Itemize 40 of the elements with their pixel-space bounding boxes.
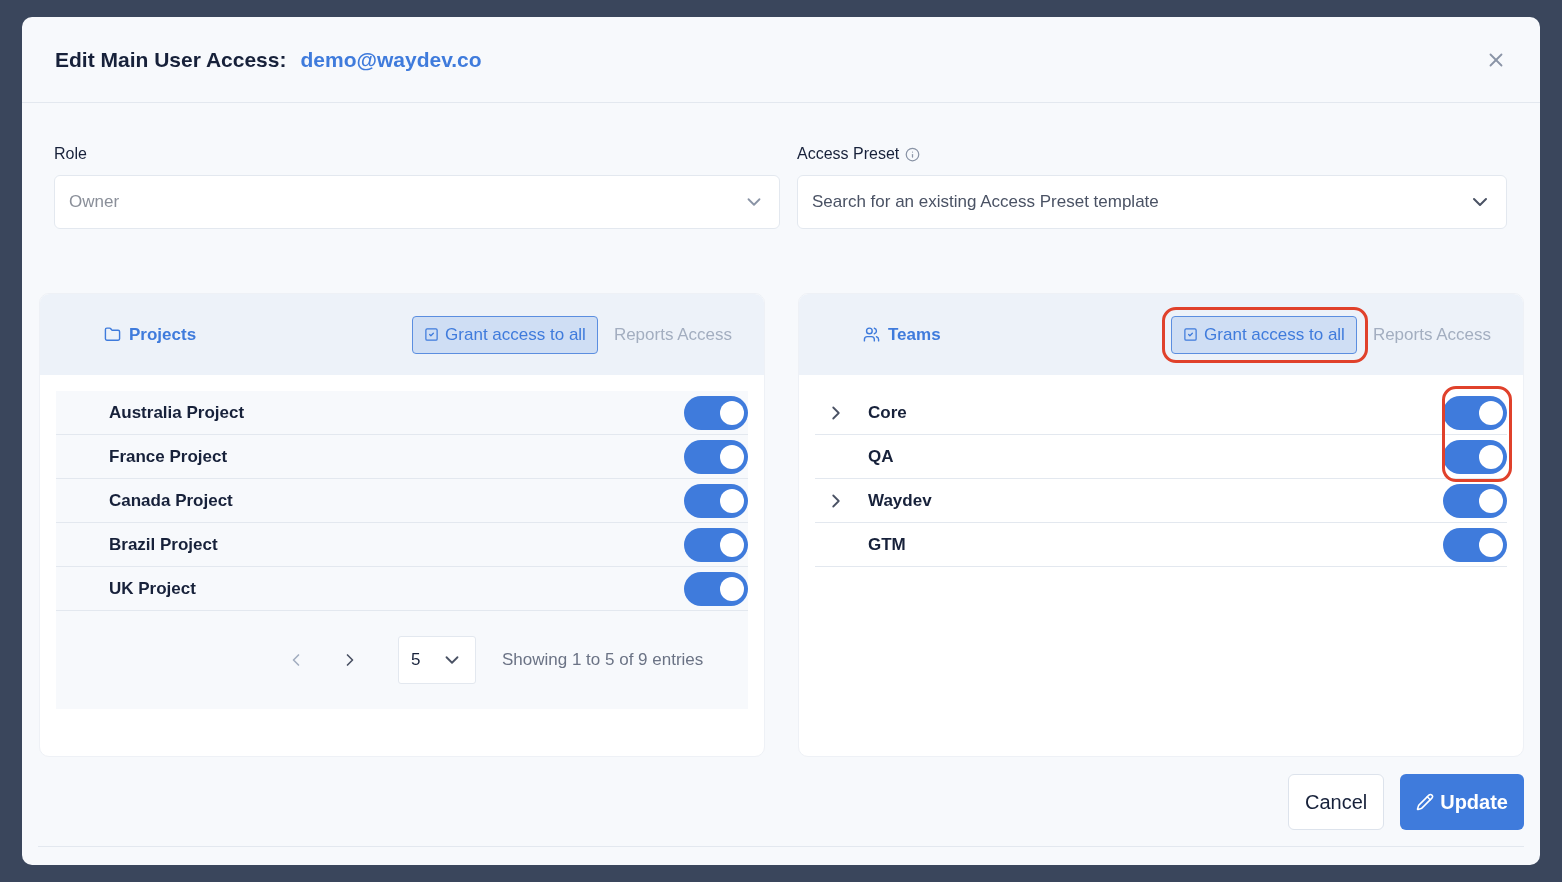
team-name: Waydev	[868, 490, 932, 511]
update-button[interactable]: Update	[1400, 774, 1524, 830]
toggle-switch[interactable]	[1443, 527, 1507, 562]
toggle-switch[interactable]	[1443, 483, 1507, 518]
users-icon	[863, 326, 880, 343]
toggle-switch[interactable]	[684, 395, 748, 430]
pencil-icon	[1416, 793, 1435, 811]
toggle-switch[interactable]	[684, 571, 748, 606]
entries-info: Showing 1 to 5 of 9 entries	[502, 650, 704, 670]
toggle-switch[interactable]	[684, 527, 748, 562]
checkbox-icon	[1183, 327, 1199, 342]
email-link[interactable]: demo@waydev.co	[300, 47, 482, 72]
folder-icon	[104, 326, 121, 343]
toggle-switch[interactable]	[684, 483, 748, 518]
grant-access-button[interactable]: Grant access to all	[412, 315, 598, 354]
page-size-select[interactable]: 5	[398, 636, 476, 684]
panel-title: Projects	[129, 324, 197, 345]
team-name: QA	[868, 446, 894, 467]
cancel-button[interactable]: Cancel	[1287, 774, 1385, 830]
project-name: France Project	[109, 446, 228, 467]
team-name: GTM	[868, 534, 906, 555]
info-icon	[905, 146, 921, 162]
project-name: UK Project	[109, 578, 196, 599]
toggle-switch[interactable]	[1443, 439, 1507, 474]
access-preset-select[interactable]: Search for an existing Access Preset template	[797, 175, 1507, 229]
grant-access-button[interactable]: Grant access to all	[1171, 315, 1357, 354]
access-preset-label: Access Preset	[797, 145, 900, 163]
project-name: Australia Project	[109, 402, 245, 423]
panel-title: Teams	[888, 324, 941, 345]
reports-access-tab[interactable]: Reports Access	[613, 324, 732, 345]
team-name: Core	[868, 402, 907, 423]
toggle-switch[interactable]	[1443, 395, 1507, 430]
project-name: Canada Project	[109, 490, 233, 511]
project-name: Brazil Project	[109, 534, 218, 555]
toggle-switch[interactable]	[684, 439, 748, 474]
reports-access-tab[interactable]: Reports Access	[1372, 324, 1491, 345]
modal-title: Edit Main User Access:	[55, 47, 287, 72]
role-label: Role	[54, 145, 88, 163]
checkbox-icon	[424, 327, 440, 342]
role-select[interactable]: Owner	[54, 175, 780, 229]
